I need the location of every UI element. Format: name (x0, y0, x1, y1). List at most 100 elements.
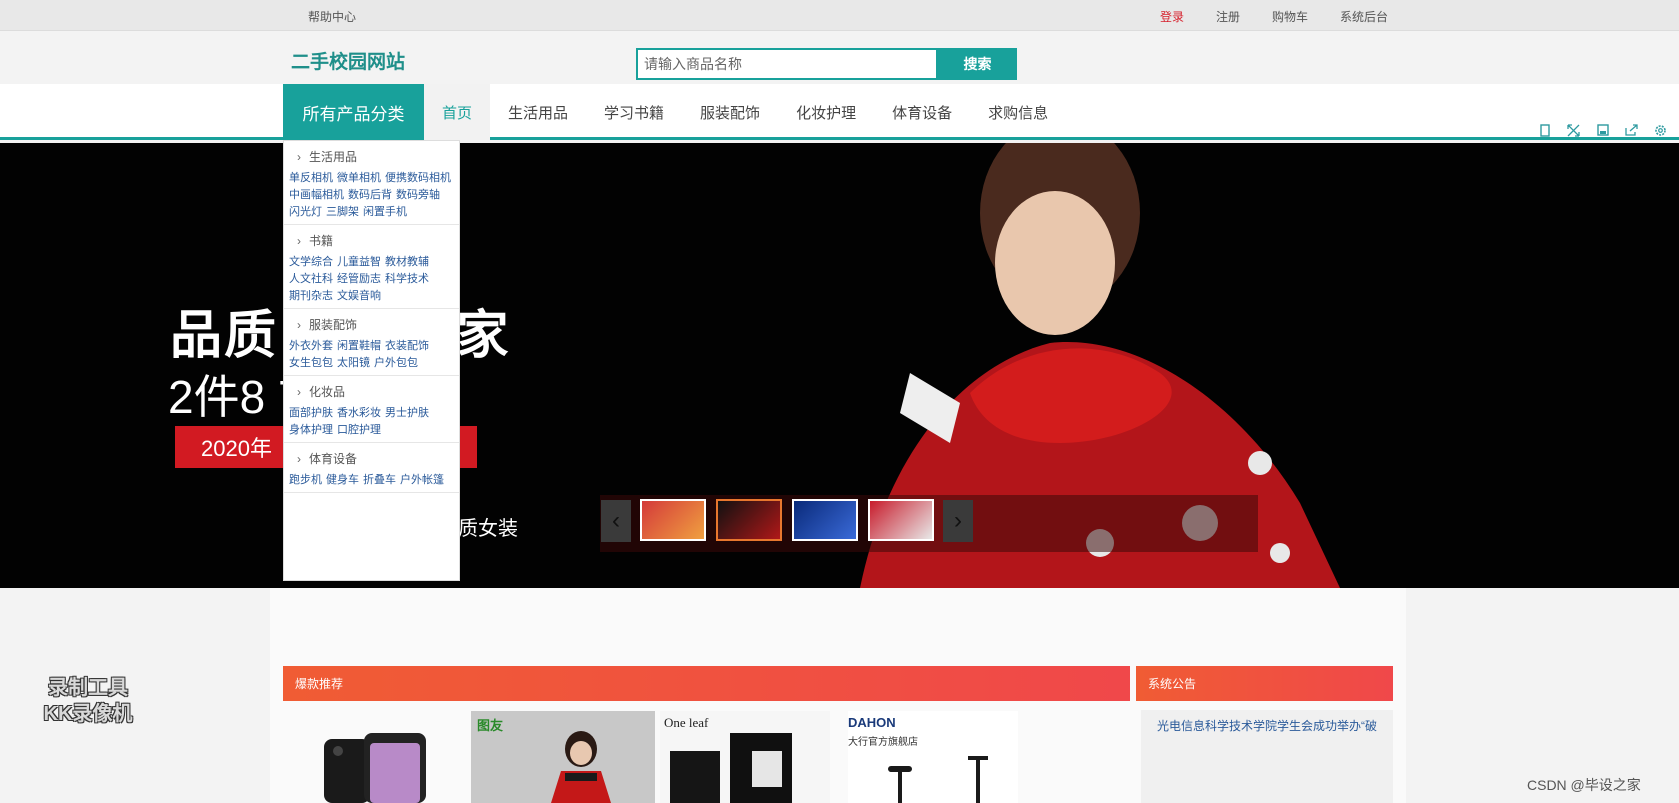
help-center-link[interactable]: 帮助中心 (308, 8, 356, 25)
category-title-text: 书籍 (309, 234, 334, 248)
category-title-cosmetics[interactable]: › 化妆品 (289, 380, 459, 405)
all-categories-button[interactable]: 所有产品分类 (283, 84, 424, 140)
prev-arrow-icon[interactable]: ‹ (601, 500, 631, 542)
category-links: 跑步机 健身车 折叠车 户外帐篷 (289, 472, 459, 489)
category-link[interactable]: 面部护肤 (289, 407, 333, 419)
nav-item-daily[interactable]: 生活用品 (490, 84, 586, 140)
next-arrow-icon[interactable]: › (943, 500, 973, 542)
category-group: › 化妆品 面部护肤 香水彩妆 男士护肤 身体护理 口腔护理 (284, 376, 459, 443)
nav-item-clothing[interactable]: 服装配饰 (682, 84, 778, 140)
fullscreen-icon[interactable] (1559, 120, 1588, 140)
chevron-right-icon: › (297, 452, 301, 466)
nav-item-books[interactable]: 学习书籍 (586, 84, 682, 140)
category-group: › 服装配饰 外衣外套 闲置鞋帽 衣装配饰 女生包包 太阳镜 户外包包 (284, 309, 459, 376)
carousel-thumb-3[interactable] (792, 499, 858, 541)
category-link[interactable]: 中画幅相机 (289, 189, 344, 201)
category-link[interactable]: 科学技术 (385, 273, 429, 285)
category-title-text: 体育设备 (309, 452, 358, 466)
category-link[interactable]: 经管励志 (337, 273, 381, 285)
header: 二手校园网站 搜索 (0, 31, 1679, 84)
product-card-oneleaf[interactable]: One leaf (660, 711, 830, 803)
carousel-thumb-1[interactable] (640, 499, 706, 541)
top-links: 登录 注册 购物车 系统后台 (1160, 8, 1420, 25)
coat-image (551, 731, 611, 803)
bike-image (888, 756, 988, 803)
category-link[interactable]: 衣装配饰 (385, 340, 429, 352)
admin-link[interactable]: 系统后台 (1340, 8, 1388, 25)
search-input[interactable] (636, 48, 938, 80)
carousel-thumbnails: ‹ › (600, 495, 1258, 552)
category-link[interactable]: 数码旁轴 (396, 189, 440, 201)
category-link[interactable]: 跑步机 (289, 474, 322, 486)
nav-item-cosmetics[interactable]: 化妆护理 (778, 84, 874, 140)
category-title-text: 服装配饰 (309, 318, 358, 332)
settings-icon[interactable] (1646, 120, 1675, 140)
category-links: 单反相机 微单相机 便携数码相机 中画幅相机 数码后背 数码旁轴 闪光灯 三脚架 闲置手机 (289, 170, 459, 221)
nav-item-home[interactable]: 首页 (424, 84, 491, 140)
category-dropdown: › 生活用品 单反相机 微单相机 便携数码相机 中画幅相机 数码后背 数码旁轴 闪光灯 三脚… (283, 140, 460, 581)
notice-item-link[interactable]: 光电信息科学技术学院学生会成功举办“破 (1157, 717, 1387, 734)
category-link[interactable]: 教材教辅 (385, 256, 429, 268)
category-title-books[interactable]: › 书籍 (289, 229, 459, 254)
login-link[interactable]: 登录 (1160, 8, 1184, 25)
copy-icon[interactable] (1530, 120, 1559, 140)
notice-header: 系统公告 (1136, 666, 1393, 701)
save-icon[interactable] (1588, 120, 1617, 140)
category-link[interactable]: 女生包包 (289, 357, 333, 369)
category-link[interactable]: 文学综合 (289, 256, 333, 268)
category-link[interactable]: 期刊杂志 (289, 290, 333, 302)
category-link[interactable]: 口腔护理 (337, 424, 381, 436)
product-card-coat[interactable]: 图友 (471, 711, 655, 803)
share-icon[interactable] (1617, 120, 1646, 140)
category-link[interactable]: 微单相机 (337, 172, 381, 184)
carousel-thumb-4[interactable] (868, 499, 934, 541)
category-link[interactable]: 闪光灯 (289, 206, 322, 218)
category-link[interactable]: 男士护肤 (385, 407, 429, 419)
category-link[interactable]: 户外帐篷 (400, 474, 444, 486)
category-link[interactable]: 三脚架 (326, 206, 359, 218)
watermark-line-1: 录制工具 (48, 677, 128, 699)
category-link[interactable]: 香水彩妆 (337, 407, 381, 419)
banner-caption: 质女装 (458, 518, 518, 540)
category-title-text: 生活用品 (309, 150, 358, 164)
category-link[interactable]: 太阳镜 (337, 357, 370, 369)
category-link[interactable]: 闲置鞋帽 (337, 340, 381, 352)
category-link[interactable]: 人文社科 (289, 273, 333, 285)
nav-items: 首页 生活用品 学习书籍 服装配饰 化妆护理 体育设备 求购信息 (424, 84, 1066, 140)
category-link[interactable]: 儿童益智 (337, 256, 381, 268)
search-button[interactable]: 搜索 (938, 48, 1017, 80)
category-link[interactable]: 数码后背 (348, 189, 392, 201)
category-link[interactable]: 健身车 (326, 474, 359, 486)
csdn-credit: CSDN @毕设之家 (1527, 777, 1641, 793)
category-title-clothing[interactable]: › 服装配饰 (289, 313, 459, 338)
category-link[interactable]: 折叠车 (363, 474, 396, 486)
chevron-right-icon: › (297, 385, 301, 399)
site-logo[interactable]: 二手校园网站 (291, 47, 405, 74)
phone-image (324, 733, 426, 803)
category-link[interactable]: 便携数码相机 (385, 172, 451, 184)
category-link[interactable]: 外衣外套 (289, 340, 333, 352)
carousel-thumb-2[interactable] (716, 499, 782, 541)
category-title-text: 化妆品 (309, 385, 346, 399)
category-link[interactable]: 户外包包 (374, 357, 418, 369)
browser-tool-icons (1530, 120, 1675, 140)
cart-link[interactable]: 购物车 (1272, 8, 1308, 25)
category-link[interactable]: 闲置手机 (363, 206, 407, 218)
category-group: › 体育设备 跑步机 健身车 折叠车 户外帐篷 (284, 443, 459, 493)
nav-item-wanted[interactable]: 求购信息 (970, 84, 1066, 140)
main-nav: 所有产品分类 首页 生活用品 学习书籍 服装配饰 化妆护理 体育设备 求购信息 (0, 84, 1679, 140)
category-link[interactable]: 单反相机 (289, 172, 333, 184)
category-links: 文学综合 儿童益智 教材教辅 人文社科 经管励志 科学技术 期刊杂志 文娱音响 (289, 254, 459, 305)
category-link[interactable]: 文娱音响 (337, 290, 381, 302)
product-card-phone[interactable] (320, 711, 430, 803)
category-group: › 书籍 文学综合 儿童益智 教材教辅 人文社科 经管励志 科学技术 期刊杂志 文娱音响 (284, 225, 459, 309)
top-bar: 帮助中心 登录 注册 购物车 系统后台 (0, 0, 1679, 31)
product-card-dahon[interactable]: DAHON 大行官方旗舰店 (848, 711, 1018, 803)
nav-item-sports[interactable]: 体育设备 (874, 84, 970, 140)
register-link[interactable]: 注册 (1216, 8, 1240, 25)
category-title-daily[interactable]: › 生活用品 (289, 145, 459, 170)
chevron-right-icon: › (297, 150, 301, 164)
category-link[interactable]: 身体护理 (289, 424, 333, 436)
category-title-sports[interactable]: › 体育设备 (289, 447, 459, 472)
cosmetics-box-image (670, 733, 792, 803)
